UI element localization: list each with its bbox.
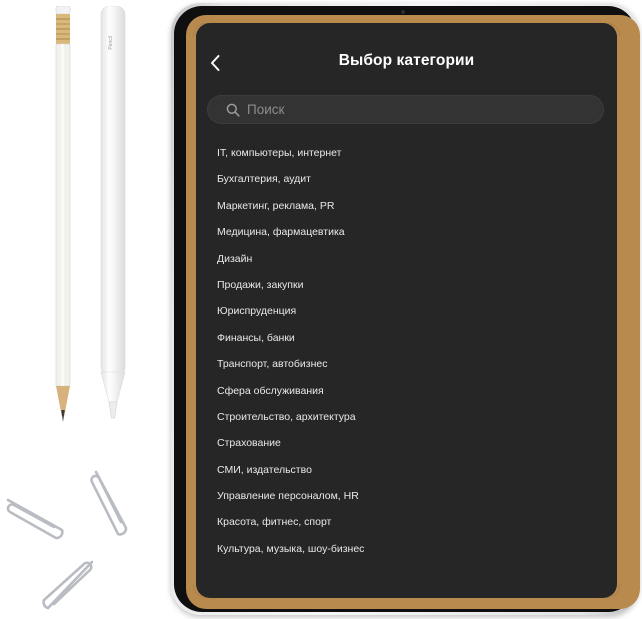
- category-item-construction[interactable]: Строительство, архитектура: [217, 404, 364, 430]
- category-item-accounting[interactable]: Бухгалтерия, аудит: [217, 166, 364, 192]
- mockup-scene: Pencil Выбор категории Поиск IT, компьют…: [0, 0, 642, 619]
- search-icon: [226, 103, 240, 117]
- search-input[interactable]: [247, 98, 604, 121]
- category-item-it[interactable]: IT, компьютеры, интернет: [217, 140, 364, 166]
- pencil: [55, 6, 71, 422]
- category-item-hr[interactable]: Управление персоналом, HR: [217, 483, 364, 509]
- search-bar[interactable]: [207, 95, 604, 124]
- category-item-marketing[interactable]: Маркетинг, реклама, PR: [217, 193, 364, 219]
- category-item-culture[interactable]: Культура, музыка, шоу-бизнес: [217, 536, 364, 562]
- paper-clip: [42, 560, 94, 610]
- paper-clip: [6, 498, 64, 540]
- category-item-services[interactable]: Сфера обслуживания: [217, 378, 364, 404]
- category-item-transport[interactable]: Транспорт, автобизнес: [217, 351, 364, 377]
- category-item-law[interactable]: Юриспруденция: [217, 298, 364, 324]
- page-title: Выбор категории: [338, 52, 475, 69]
- category-item-sales[interactable]: Продажи, закупки: [217, 272, 364, 298]
- category-item-media[interactable]: СМИ, издательство: [217, 457, 364, 483]
- category-item-medicine[interactable]: Медицина, фармацевтика: [217, 219, 364, 245]
- category-list: IT, компьютеры, интернет Бухгалтерия, ау…: [217, 140, 364, 562]
- category-item-finance[interactable]: Финансы, банки: [217, 325, 364, 351]
- front-camera: [401, 10, 405, 14]
- paper-clip: [90, 470, 128, 536]
- category-item-design[interactable]: Дизайн: [217, 246, 364, 272]
- stylus: Pencil: [100, 6, 126, 419]
- stylus-brand-label: Pencil: [108, 36, 114, 50]
- category-item-insurance[interactable]: Страхование: [217, 430, 364, 456]
- category-item-beauty[interactable]: Красота, фитнес, спорт: [217, 509, 364, 535]
- app-screen: Выбор категории IT, компьютеры, интернет…: [193, 23, 620, 598]
